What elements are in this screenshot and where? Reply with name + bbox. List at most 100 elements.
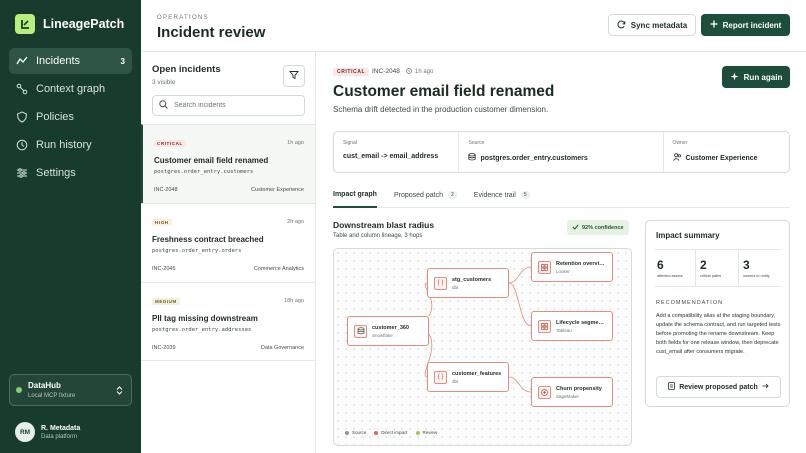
recommendation-label: RECOMMENDATION (656, 300, 724, 306)
sidebar-item-context-graph[interactable]: Context graph (9, 76, 132, 102)
legend-label: Source (352, 430, 367, 435)
signal-cell: Signal cust_email -> email_address (334, 132, 460, 172)
logo-icon (15, 14, 35, 34)
run-again-button[interactable]: Run again (722, 66, 790, 88)
stat-value: 6 (657, 258, 664, 272)
user-role: Data platform (41, 433, 78, 440)
node-kind: dbt (452, 284, 459, 290)
legend-dot (415, 430, 420, 435)
lineage-graph[interactable]: customer_360 Snowflake { } stg_customers… (333, 248, 632, 446)
tab-proposed-patch[interactable]: Proposed patch 2 (394, 182, 457, 208)
node-name: Lifecycle segments (556, 319, 606, 326)
incident-time-text: 1h ago (415, 69, 434, 75)
node-name: stg_customers (452, 276, 492, 283)
incident-card[interactable]: MEDIUM 18h ago PII tag missing downstrea… (141, 282, 315, 361)
report-incident-button[interactable]: Report incident (701, 14, 790, 36)
sidebar-item-label: Context graph (36, 83, 106, 95)
arrow-right-icon (762, 383, 769, 391)
incidents-panel: Open incidents 3 visible CRITICAL 1h ago… (141, 52, 316, 453)
legend-label: Review (422, 430, 438, 435)
incident-card[interactable]: CRITICAL 1h ago Customer email field ren… (141, 124, 315, 203)
workspace-title: DataHub (28, 381, 61, 390)
incident-owner: Commerce Analytics (253, 266, 304, 272)
incident-id: INC-2039 (152, 345, 176, 351)
incident-dataset-path: postgres.order_entry.orders (152, 248, 242, 254)
clock-icon (16, 139, 28, 151)
review-proposed-patch-label: Review proposed patch (679, 383, 758, 391)
legend-dot (374, 430, 379, 435)
sidebar-item-policies[interactable]: Policies (9, 104, 132, 130)
confidence-badge: 92% confidence (567, 220, 629, 235)
node-kind: Looker (556, 268, 570, 274)
severity-badge: MEDIUM (152, 298, 180, 305)
user-profile[interactable]: RM R. Metadata Data platform (15, 422, 80, 442)
graph-subtitle: Table and column lineage, 3 hops (333, 233, 423, 239)
workspace-subtitle: Local MCP fixture (28, 393, 76, 399)
brand[interactable]: LineagePatch (15, 14, 124, 34)
node-name: Churn propensity (556, 385, 602, 392)
dbt-model-icon: { } (434, 276, 447, 290)
lineage-node-customer-features[interactable]: { } customer_features dbt (427, 362, 509, 392)
tab-label: Proposed patch (393, 191, 443, 199)
incident-title: PII tag missing downstream (152, 314, 258, 323)
incident-id: INC-2045 (152, 266, 176, 272)
sidebar-item-label: Policies (36, 111, 74, 123)
sidebar-item-settings[interactable]: Settings (9, 160, 132, 186)
filter-button[interactable] (283, 65, 305, 87)
severity-badge: CRITICAL (333, 68, 370, 76)
incident-card[interactable]: HIGH 2h ago Freshness contract breached … (141, 203, 315, 282)
legend-label: Direct impact (381, 430, 408, 435)
tab-count: 5 (520, 191, 530, 199)
source-value: postgres.order_entry.customers (468, 153, 653, 163)
graph-icon (16, 83, 28, 95)
sidebar-nav: Incidents 3 Context graph Policies Run h… (9, 48, 132, 188)
lineage-node-retention-overview[interactable]: Retention overview Looker (531, 252, 613, 282)
lineage-node-customer-360[interactable]: customer_360 Snowflake (347, 316, 429, 346)
summary-title: Impact summary (656, 231, 720, 240)
node-kind: dbt (452, 378, 459, 384)
incident-title: Customer email field renamed (333, 83, 555, 100)
summary-stats: 6 affected assets 2 critical paths 3 own… (655, 249, 781, 287)
lineage-node-churn-propensity[interactable]: Churn propensity SageMaker (531, 377, 613, 407)
sidebar-item-run-history[interactable]: Run history (9, 132, 132, 158)
stat-owners-to-notify: 3 owners to notify (739, 250, 781, 286)
legend-item: Direct impact (374, 430, 408, 435)
plus-icon (710, 20, 718, 30)
workspace-switcher[interactable]: DataHub Local MCP fixture (9, 374, 132, 406)
dashboard-icon (538, 260, 551, 274)
sidebar-item-incidents[interactable]: Incidents 3 (9, 48, 132, 74)
incident-count-badge: 3 (120, 56, 125, 66)
node-kind: Snowflake (372, 332, 393, 338)
incident-time: 2h ago (287, 219, 304, 225)
review-proposed-patch-button[interactable]: Review proposed patch (656, 376, 781, 398)
stat-affected-assets: 6 affected assets (655, 250, 696, 286)
incident-dataset-path: postgres.order_entry.customers (154, 169, 254, 175)
edge (508, 282, 532, 327)
owner-value: Customer Experience (672, 153, 780, 163)
tab-evidence-trail[interactable]: Evidence trail 5 (474, 182, 530, 208)
legend-item: Source (345, 430, 366, 435)
search-box[interactable] (152, 95, 305, 116)
stat-label: critical paths (700, 274, 722, 278)
stat-value: 2 (700, 258, 707, 272)
sidebar-item-label: Incidents (36, 55, 81, 67)
incident-time: 1h ago (287, 140, 304, 146)
severity-badge: HIGH (152, 219, 172, 226)
node-name: Retention overview (556, 260, 606, 267)
owner-label: Owner (672, 140, 688, 146)
incident-title: Freshness contract breached (152, 235, 264, 244)
legend-dot (345, 430, 349, 435)
sync-metadata-button[interactable]: Sync metadata (608, 14, 696, 36)
search-input[interactable] (174, 102, 294, 109)
page-eyebrow: OPERATIONS (157, 15, 209, 21)
graph-legend: Source Direct impact Review (345, 430, 437, 435)
lineage-node-lifecycle-segments[interactable]: Lifecycle segments Tableau (531, 311, 613, 341)
lineage-node-stg-customers[interactable]: { } stg_customers dbt (427, 268, 509, 298)
confidence-text: 92% confidence (582, 224, 624, 231)
search-icon (159, 100, 168, 111)
recommendation-text: Add a compatibility alias at the staging… (656, 313, 781, 355)
app-name: LineagePatch (43, 17, 125, 31)
incident-meta: Signal cust_email -> email_address Sourc… (333, 131, 790, 173)
run-again-label: Run again (743, 72, 783, 82)
tab-impact-graph[interactable]: Impact graph (333, 182, 377, 208)
